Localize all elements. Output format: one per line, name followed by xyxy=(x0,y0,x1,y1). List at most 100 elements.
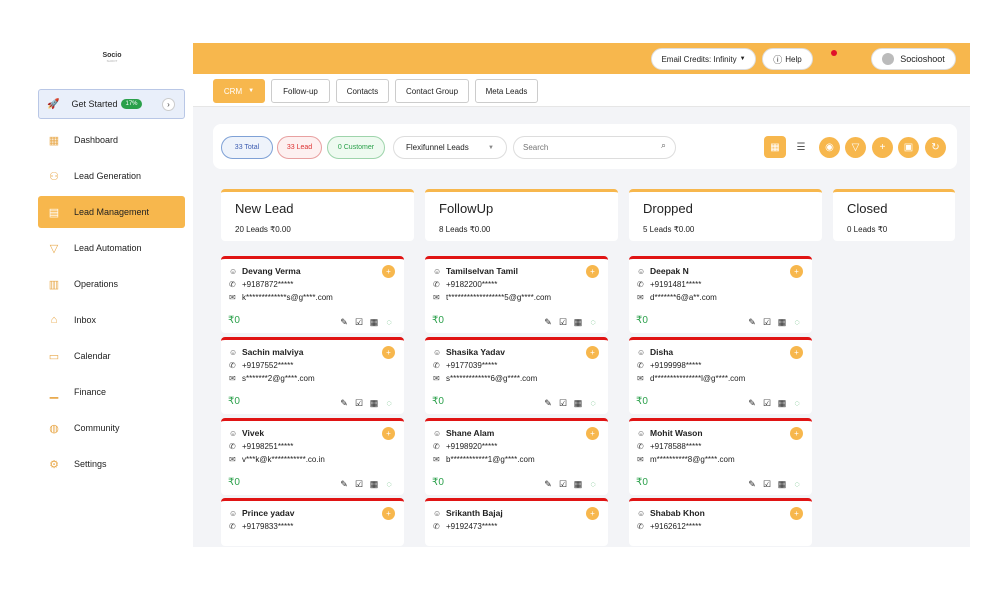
lead-chip[interactable]: 33 Lead xyxy=(277,136,322,159)
whatsapp-icon[interactable]: ◌ xyxy=(792,398,802,408)
lead-card[interactable]: ☺ Srikanth Bajaj + ✆ +9192473***** xyxy=(425,498,608,546)
lead-card[interactable]: ☺ Vivek + ✆ +9198251***** ✉ v***k@k***********… xyxy=(221,418,404,495)
lead-phone: +9178588***** xyxy=(650,442,702,451)
lead-card[interactable]: ☺ Tamilselvan Tamil + ✆ +9182200***** ✉ t*****… xyxy=(425,256,608,333)
hide-button[interactable]: ◉ xyxy=(819,137,840,158)
calendar-icon[interactable]: ▦ xyxy=(369,398,379,408)
gear-icon: ⚙ xyxy=(49,458,59,471)
edit-icon[interactable]: ✎ xyxy=(543,479,553,489)
total-chip[interactable]: 33 Total xyxy=(221,136,273,159)
calendar-icon[interactable]: ▦ xyxy=(369,317,379,327)
add-to-lead-button[interactable]: + xyxy=(790,427,803,440)
whatsapp-icon[interactable]: ◌ xyxy=(588,479,598,489)
edit-icon[interactable]: ✎ xyxy=(747,479,757,489)
tab-meta-leads[interactable]: Meta Leads xyxy=(475,79,538,103)
lead-name-row: ☺ Srikanth Bajaj xyxy=(433,508,600,518)
edit-icon[interactable]: ✎ xyxy=(543,317,553,327)
task-icon[interactable]: ☑ xyxy=(762,479,772,489)
edit-icon[interactable]: ✎ xyxy=(747,317,757,327)
customer-chip[interactable]: 0 Customer xyxy=(327,136,385,159)
add-to-lead-button[interactable]: + xyxy=(586,265,599,278)
sidebar-item-finance[interactable]: ▁ Finance xyxy=(38,376,185,408)
sidebar-item-lead-generation[interactable]: ⚇ Lead Generation xyxy=(38,160,185,192)
lead-card[interactable]: ☺ Disha + ✆ +9199998***** ✉ d***************l@… xyxy=(629,337,812,414)
add-to-lead-button[interactable]: + xyxy=(586,427,599,440)
edit-icon[interactable]: ✎ xyxy=(543,398,553,408)
whatsapp-icon[interactable]: ◌ xyxy=(384,479,394,489)
add-to-lead-button[interactable]: + xyxy=(586,507,599,520)
tab-crm[interactable]: CRM ▼ xyxy=(213,79,265,103)
sidebar-item-dashboard[interactable]: ▦ Dashboard xyxy=(38,124,185,156)
sidebar-item-inbox[interactable]: ⌂ Inbox xyxy=(38,304,185,336)
lead-card[interactable]: ☺ Prince yadav + ✆ +9179833***** xyxy=(221,498,404,546)
add-to-lead-button[interactable]: + xyxy=(382,427,395,440)
add-to-lead-button[interactable]: + xyxy=(586,346,599,359)
add-to-lead-button[interactable]: + xyxy=(790,346,803,359)
add-lead-button[interactable]: + xyxy=(872,137,893,158)
tab-follow-up[interactable]: Follow-up xyxy=(271,79,330,103)
whatsapp-icon[interactable]: ◌ xyxy=(792,479,802,489)
lead-card[interactable]: ☺ Shasika Yadav + ✆ +9177039***** ✉ s*********… xyxy=(425,337,608,414)
chevron-right-icon[interactable]: › xyxy=(162,98,175,111)
get-started-button[interactable]: 🚀 Get Started 17% › xyxy=(38,89,185,119)
sidebar-item-lead-automation[interactable]: ▽ Lead Automation xyxy=(38,232,185,264)
grid-view-button[interactable]: ▦ xyxy=(764,136,786,158)
lead-name-row: ☺ Deepak N xyxy=(637,266,804,276)
refresh-button[interactable]: ↻ xyxy=(925,137,946,158)
sidebar-item-calendar[interactable]: ▭ Calendar xyxy=(38,340,185,372)
task-icon[interactable]: ☑ xyxy=(762,317,772,327)
calendar-icon[interactable]: ▦ xyxy=(777,398,787,408)
add-to-lead-button[interactable]: + xyxy=(382,265,395,278)
lead-email-row: ✉ b************1@g****.com xyxy=(433,455,600,464)
whatsapp-icon[interactable]: ◌ xyxy=(792,317,802,327)
calendar-icon[interactable]: ▦ xyxy=(369,479,379,489)
tab-contact-group[interactable]: Contact Group xyxy=(395,79,469,103)
lead-card[interactable]: ☺ Sachin malviya + ✆ +9197552***** ✉ s*******2… xyxy=(221,337,404,414)
edit-icon[interactable]: ✎ xyxy=(339,317,349,327)
task-icon[interactable]: ☑ xyxy=(558,317,568,327)
whatsapp-icon[interactable]: ◌ xyxy=(384,317,394,327)
calendar-icon[interactable]: ▦ xyxy=(777,479,787,489)
edit-icon[interactable]: ✎ xyxy=(747,398,757,408)
lead-card[interactable]: ☺ Deepak N + ✆ +9191481***** ✉ d*******6@a**.c… xyxy=(629,256,812,333)
task-icon[interactable]: ☑ xyxy=(762,398,772,408)
tab-contacts[interactable]: Contacts xyxy=(336,79,389,103)
task-icon[interactable]: ☑ xyxy=(558,479,568,489)
app-logo[interactable]: Socio SHOOT xyxy=(92,52,132,72)
whatsapp-icon[interactable]: ◌ xyxy=(384,398,394,408)
whatsapp-icon[interactable]: ◌ xyxy=(588,398,598,408)
list-view-button[interactable]: ☰ xyxy=(790,136,812,158)
lead-card[interactable]: ☺ Shane Alam + ✆ +9198920***** ✉ b************… xyxy=(425,418,608,495)
lead-card[interactable]: ☺ Devang Verma + ✆ +9187872***** ✉ k**********… xyxy=(221,256,404,333)
add-to-lead-button[interactable]: + xyxy=(382,507,395,520)
import-button[interactable]: ▣ xyxy=(898,137,919,158)
edit-icon[interactable]: ✎ xyxy=(339,479,349,489)
task-icon[interactable]: ☑ xyxy=(558,398,568,408)
email-credits-dropdown[interactable]: Email Credits: Infinity ▼ xyxy=(651,48,756,70)
calendar-icon[interactable]: ▦ xyxy=(573,317,583,327)
whatsapp-icon[interactable]: ◌ xyxy=(588,317,598,327)
sidebar-item-operations[interactable]: ▥ Operations xyxy=(38,268,185,300)
task-icon[interactable]: ☑ xyxy=(354,479,364,489)
user-menu[interactable]: Socioshoot xyxy=(871,48,956,70)
add-to-lead-button[interactable]: + xyxy=(790,507,803,520)
lead-card[interactable]: ☺ Mohit Wason + ✆ +9178588***** ✉ m**********8… xyxy=(629,418,812,495)
add-to-lead-button[interactable]: + xyxy=(382,346,395,359)
sidebar-item-community[interactable]: ◍ Community xyxy=(38,412,185,444)
calendar-icon[interactable]: ▦ xyxy=(573,398,583,408)
help-button[interactable]: ⓘ Help xyxy=(762,48,813,70)
calendar-icon[interactable]: ▦ xyxy=(777,317,787,327)
lead-name: Mohit Wason xyxy=(650,428,703,438)
edit-icon[interactable]: ✎ xyxy=(339,398,349,408)
search-input[interactable] xyxy=(513,136,676,159)
filter-button[interactable]: ▽ xyxy=(845,137,866,158)
calendar-icon[interactable]: ▦ xyxy=(573,479,583,489)
task-icon[interactable]: ☑ xyxy=(354,398,364,408)
task-icon[interactable]: ☑ xyxy=(354,317,364,327)
sidebar-item-settings[interactable]: ⚙ Settings xyxy=(38,448,185,480)
source-select[interactable]: Flexifunnel Leads ▼ xyxy=(393,136,507,159)
lead-card[interactable]: ☺ Shabab Khon + ✆ +9162612***** xyxy=(629,498,812,546)
notification-dot[interactable] xyxy=(831,50,837,56)
sidebar-item-lead-management[interactable]: ▤ Lead Management xyxy=(38,196,185,228)
add-to-lead-button[interactable]: + xyxy=(790,265,803,278)
